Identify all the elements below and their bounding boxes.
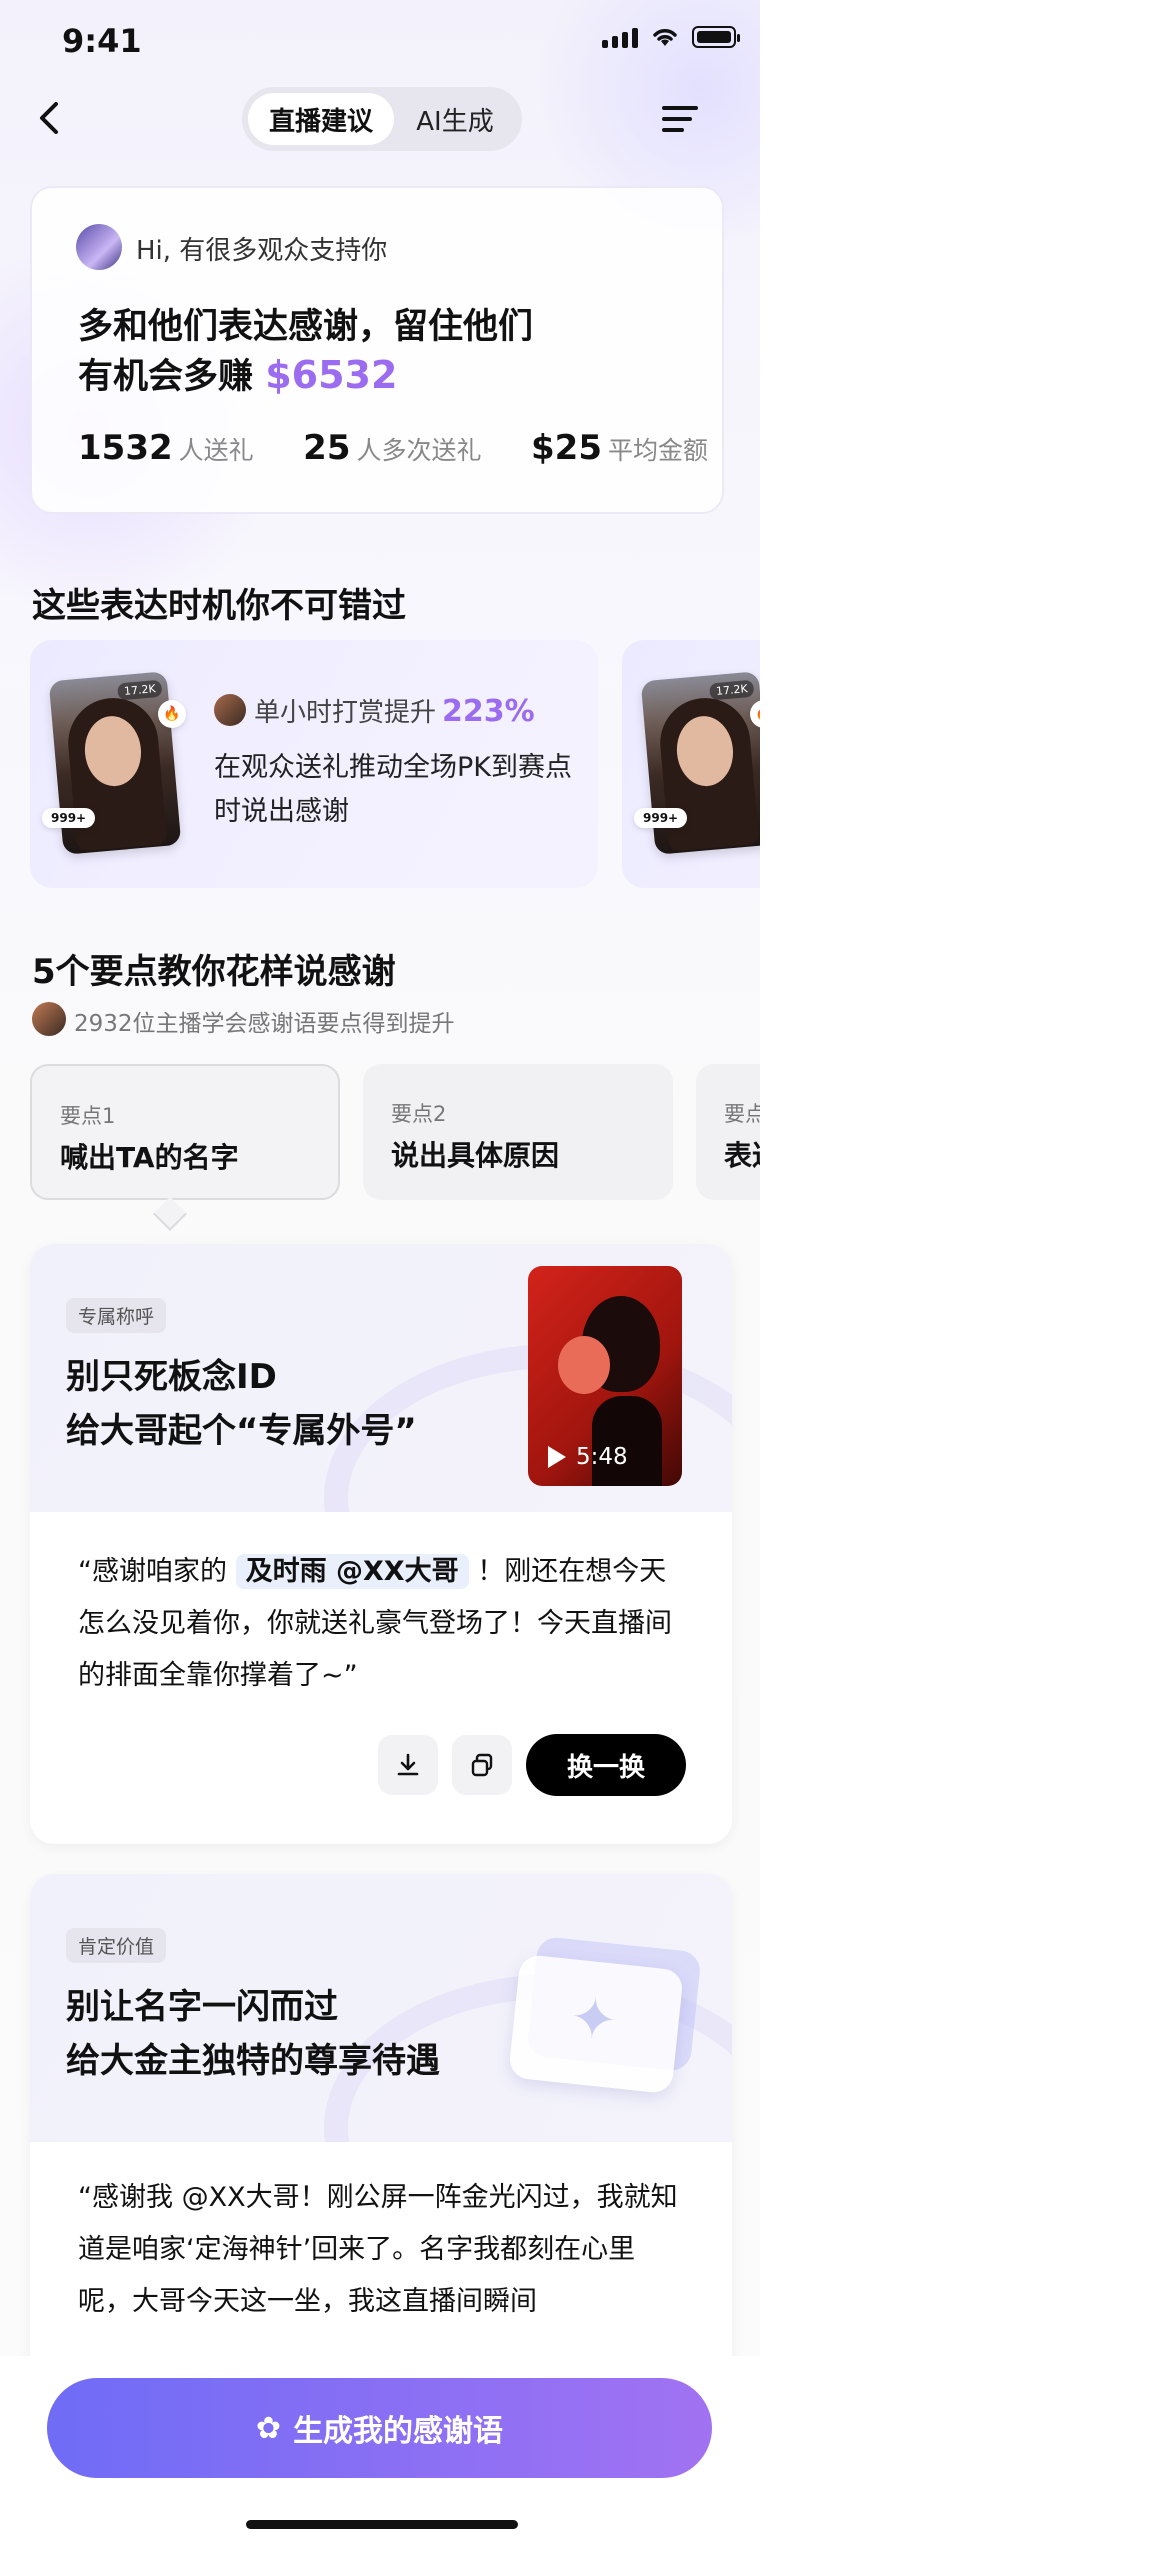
viewer-count: 17.2K xyxy=(709,679,755,701)
card-header: 专属称呼 别只死板念ID 给大哥起个“专属外号” 5:48 xyxy=(30,1244,732,1512)
tip-tab-title: 说出具体原因 xyxy=(391,1139,560,1172)
summary-greeting: Hi, 有很多观众支持你 xyxy=(136,236,388,266)
moments-heading: 这些表达时机你不可错过 xyxy=(32,586,406,626)
status-icons xyxy=(602,26,740,48)
quote-highlight: 及时雨 @XX大哥 xyxy=(235,1554,469,1589)
play-icon xyxy=(548,1446,566,1468)
avatar xyxy=(32,1002,66,1036)
fire-icon: 🔥 xyxy=(158,700,186,728)
generate-thanks-button[interactable]: ✿ 生成我的感谢语 xyxy=(47,2378,712,2478)
avatar xyxy=(76,224,122,270)
tip-tab-3[interactable]: 要点3 表达 xyxy=(696,1064,760,1200)
phone-screen: 9:41 直播建议 AI生成 Hi, 有很多观众支持你 多和他们表达感谢，留住他… xyxy=(0,0,760,2556)
tip-tag: 肯定价值 xyxy=(66,1928,167,1963)
tip-title-line1: 别只死板念ID xyxy=(66,1357,277,1397)
generate-button-label: 生成我的感谢语 xyxy=(293,2414,504,2449)
fans-badge: 999+ xyxy=(634,808,688,828)
tip-tab-title: 喊出TA的名字 xyxy=(60,1141,239,1174)
stat-label: 平均金额 xyxy=(607,436,708,465)
card-header: 肯定价值 别让名字一闪而过 给大金主独特的尊享待遇 ✦ xyxy=(30,1874,732,2142)
example-video[interactable]: 5:48 xyxy=(528,1266,682,1486)
battery-icon xyxy=(692,26,740,48)
sparkle-card-illustration: ✦ xyxy=(507,1935,702,2095)
copy-button[interactable] xyxy=(452,1735,512,1795)
video-figure xyxy=(558,1336,610,1394)
summary-card: Hi, 有很多观众支持你 多和他们表达感谢，留住他们 有机会多赚 $6532 1… xyxy=(30,186,724,514)
tips-subtitle: 2932位主播学会感谢语要点得到提升 xyxy=(74,1011,455,1037)
tip-title: 别让名字一闪而过 给大金主独特的尊享待遇 xyxy=(66,1980,440,2088)
home-indicator xyxy=(246,2520,518,2529)
tip-content-card: 肯定价值 别让名字一闪而过 给大金主独特的尊享待遇 ✦ “感谢我 @XX大哥！刚… xyxy=(30,1874,732,2394)
download-icon xyxy=(397,1753,419,1776)
video-duration-text: 5:48 xyxy=(576,1444,628,1470)
tab-ai-generate[interactable]: AI生成 xyxy=(394,93,516,145)
tip-tab-index: 要点1 xyxy=(60,1104,116,1128)
copy-icon xyxy=(471,1753,493,1777)
tip-tab-2[interactable]: 要点2 说出具体原因 xyxy=(363,1064,673,1200)
tip-tab-1[interactable]: 要点1 喊出TA的名字 xyxy=(30,1064,340,1200)
moment-stat-label: 单小时打赏提升 xyxy=(254,698,437,728)
stat-value: $25 xyxy=(531,428,602,468)
fans-badge: 999+ xyxy=(42,808,96,828)
moments-carousel[interactable]: 17.2K 🔥 999+ 单小时打赏提升 223% 在观众送礼推动全场PK到赛点时… xyxy=(30,640,760,888)
tip-tab-index: 要点3 xyxy=(724,1102,760,1126)
status-bar: 9:41 xyxy=(0,0,760,80)
thanks-quote: “感谢咱家的 及时雨 @XX大哥 ！刚还在想今天怎么没见着你，你就送礼豪气登场了… xyxy=(78,1546,688,1702)
thanks-quote: “感谢我 @XX大哥！刚公屏一阵金光闪过，我就知道是咱家‘定海神针’回来了。名字… xyxy=(78,2182,678,2317)
moment-description: 在观众送礼推动全场PK到赛点时说出感谢 xyxy=(214,752,572,827)
tip-content-card: 专属称呼 别只死板念ID 给大哥起个“专属外号” 5:48 “感谢咱家的 及时雨… xyxy=(30,1244,732,1844)
top-nav: 直播建议 AI生成 xyxy=(0,82,760,156)
tip-tag: 专属称呼 xyxy=(66,1298,167,1333)
card-actions: 换一换 xyxy=(378,1734,686,1796)
status-time: 9:41 xyxy=(62,22,142,60)
summary-title-line1: 多和他们表达感谢，留住他们 xyxy=(78,307,534,347)
sparkle-icon: ✦ xyxy=(566,1984,621,2055)
moment-card[interactable]: 17.2K 🔥 999+ xyxy=(622,640,760,888)
viewer-count: 17.2K xyxy=(117,679,163,701)
tip-title-line2: 给大金主独特的尊享待遇 xyxy=(66,2041,440,2081)
stat-value: 1532 xyxy=(78,428,173,468)
menu-icon[interactable] xyxy=(662,104,698,134)
tip-tab-index: 要点2 xyxy=(391,1102,447,1126)
stat-average-amount: $25 平均金额 xyxy=(531,428,708,468)
stat-gift-senders: 1532 人送礼 xyxy=(78,428,254,468)
wifi-icon xyxy=(653,29,677,46)
back-arrow-icon[interactable] xyxy=(36,100,66,136)
summary-title-line2: 有机会多赚 $6532 xyxy=(78,348,397,399)
moment-stat: 单小时打赏提升 223% xyxy=(254,692,535,729)
tip-title-line1: 别让名字一闪而过 xyxy=(66,1987,338,2027)
mode-segmented-control: 直播建议 AI生成 xyxy=(242,87,522,151)
tip-title-line2: 给大哥起个“专属外号” xyxy=(66,1411,417,1451)
swap-button[interactable]: 换一换 xyxy=(526,1734,686,1796)
stat-repeat-senders: 25 人多次送礼 xyxy=(303,428,481,468)
video-figure xyxy=(592,1396,662,1486)
tips-tabs: 要点1 喊出TA的名字 要点2 说出具体原因 要点3 表达 xyxy=(30,1064,760,1214)
tab-live-suggestions[interactable]: 直播建议 xyxy=(248,93,394,145)
moment-card[interactable]: 17.2K 🔥 999+ 单小时打赏提升 223% 在观众送礼推动全场PK到赛点时… xyxy=(30,640,598,888)
stat-value: 25 xyxy=(303,428,351,468)
download-button[interactable] xyxy=(378,1735,438,1795)
tip-tab-title: 表达 xyxy=(724,1139,760,1172)
video-duration: 5:48 xyxy=(548,1444,628,1470)
stat-label: 人多次送礼 xyxy=(356,436,482,465)
avatar xyxy=(214,694,246,726)
summary-title-prefix: 有机会多赚 xyxy=(78,357,254,397)
signal-icon xyxy=(602,26,638,48)
tip-title: 别只死板念ID 给大哥起个“专属外号” xyxy=(66,1350,417,1458)
summary-stats: 1532 人送礼 25 人多次送礼 $25 平均金额 xyxy=(78,428,708,468)
summary-amount: $6532 xyxy=(265,353,398,397)
quote-text: “感谢咱家的 xyxy=(78,1556,227,1587)
sparkle-gear-icon: ✿ xyxy=(255,2410,282,2446)
moment-stat-value: 223% xyxy=(442,694,535,729)
stat-label: 人送礼 xyxy=(178,436,254,465)
tips-heading: 5个要点教你花样说感谢 xyxy=(32,952,396,992)
